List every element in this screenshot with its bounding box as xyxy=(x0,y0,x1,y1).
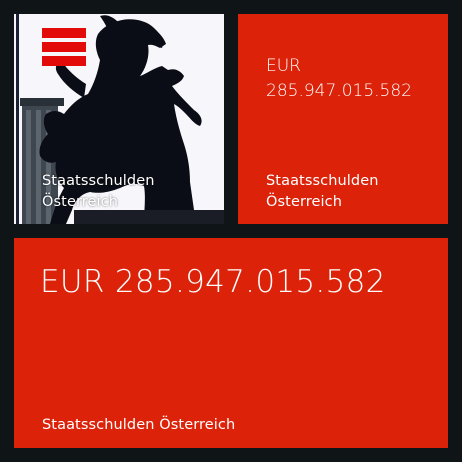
start-screen: Staatsschulden Österreich EUR 285.947.01… xyxy=(0,0,462,462)
amount-value: 285.947.015.582 xyxy=(266,81,413,101)
tile-label: Staatsschulden Österreich xyxy=(42,173,155,210)
tile-medium-staatsschulden[interactable]: EUR 285.947.015.582 Staatsschulden Öster… xyxy=(238,14,448,224)
debt-amount: EUR 285.947.015.582 xyxy=(40,264,386,300)
tile-label: Staatsschulden Österreich xyxy=(266,173,379,210)
tile-label: Staatsschulden Österreich xyxy=(42,417,236,433)
currency-label: EUR xyxy=(266,56,301,76)
austria-flag-icon xyxy=(42,28,86,66)
debt-amount: EUR 285.947.015.582 xyxy=(266,54,412,104)
tile-wide-staatsschulden[interactable]: EUR 285.947.015.582 Staatsschulden Öster… xyxy=(14,238,448,448)
tile-image-staatsschulden[interactable]: Staatsschulden Österreich xyxy=(14,14,224,224)
